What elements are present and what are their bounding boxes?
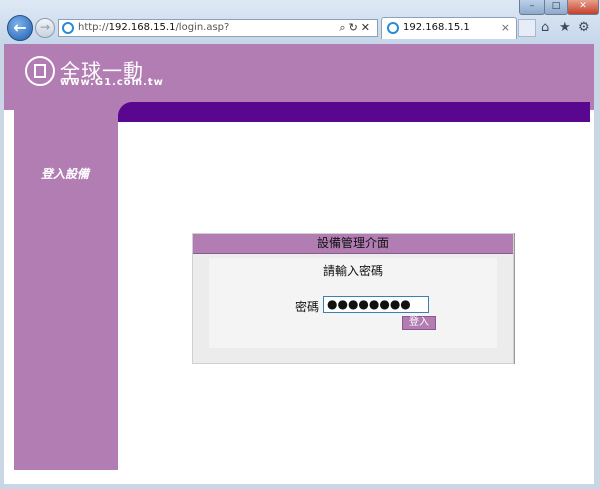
site-header: 全球一動 www.G1.com.tw bbox=[4, 44, 594, 110]
back-button[interactable]: ← bbox=[7, 15, 33, 41]
tab-title: 192.168.15.1 bbox=[403, 22, 470, 33]
password-prompt: 請輸入密碼 bbox=[322, 264, 383, 278]
minimize-button[interactable]: – bbox=[519, 0, 545, 15]
header-accent-bar bbox=[118, 102, 590, 122]
gear-icon[interactable]: ⚙ bbox=[578, 20, 590, 35]
login-button[interactable]: 登入 bbox=[402, 316, 436, 330]
brand-url: www.G1.com.tw bbox=[60, 77, 164, 88]
sidebar-item-login-device[interactable]: 登入設備 bbox=[41, 165, 89, 182]
logo-mark bbox=[34, 64, 46, 78]
address-url[interactable]: http://192.168.15.1/login.asp? bbox=[78, 22, 229, 33]
ie-tab-icon bbox=[387, 22, 399, 34]
refresh-icon[interactable]: ↻ bbox=[349, 21, 361, 34]
login-panel: 設備管理介面 請輸入密碼 密碼 ●●●●●●●● 登入 bbox=[192, 233, 514, 364]
forward-arrow-icon: → bbox=[39, 20, 51, 34]
tab-close-icon[interactable]: × bbox=[501, 21, 510, 34]
logo-icon bbox=[25, 56, 55, 86]
forward-button[interactable]: → bbox=[35, 18, 55, 38]
page-viewport: 全球一動 www.G1.com.tw 登入設備 設備管理介面 請輸入密碼 密碼 … bbox=[4, 44, 594, 484]
search-icon[interactable]: ⌕ bbox=[339, 21, 348, 34]
close-window-button[interactable]: ✕ bbox=[567, 0, 599, 15]
password-label: 密碼 bbox=[295, 300, 320, 314]
new-tab-button[interactable] bbox=[518, 19, 536, 37]
login-form: 請輸入密碼 密碼 ●●●●●●●● 登入 bbox=[209, 258, 497, 348]
browser-chrome: – □ ✕ ← → http://192.168.15.1/login.asp?… bbox=[0, 0, 600, 44]
address-tools: ⌕↻✕ bbox=[339, 21, 373, 35]
password-input[interactable]: ●●●●●●●● bbox=[323, 296, 429, 313]
maximize-button[interactable]: □ bbox=[544, 0, 568, 15]
home-icon[interactable]: ⌂ bbox=[541, 20, 549, 35]
url-path: /login.asp? bbox=[175, 22, 230, 33]
browser-tab[interactable]: 192.168.15.1 × bbox=[381, 17, 517, 39]
url-scheme: http:// bbox=[78, 22, 109, 33]
url-host: 192.168.15.1 bbox=[108, 22, 176, 33]
stop-icon[interactable]: ✕ bbox=[361, 21, 373, 34]
favorites-star-icon[interactable]: ★ bbox=[559, 20, 571, 35]
address-bar[interactable]: http://192.168.15.1/login.asp? ⌕↻✕ bbox=[58, 19, 378, 37]
panel-shadow bbox=[514, 233, 515, 364]
ie-page-icon bbox=[62, 22, 74, 34]
panel-title: 設備管理介面 bbox=[193, 234, 513, 254]
back-arrow-icon: ← bbox=[13, 18, 27, 37]
sidebar bbox=[14, 110, 118, 470]
